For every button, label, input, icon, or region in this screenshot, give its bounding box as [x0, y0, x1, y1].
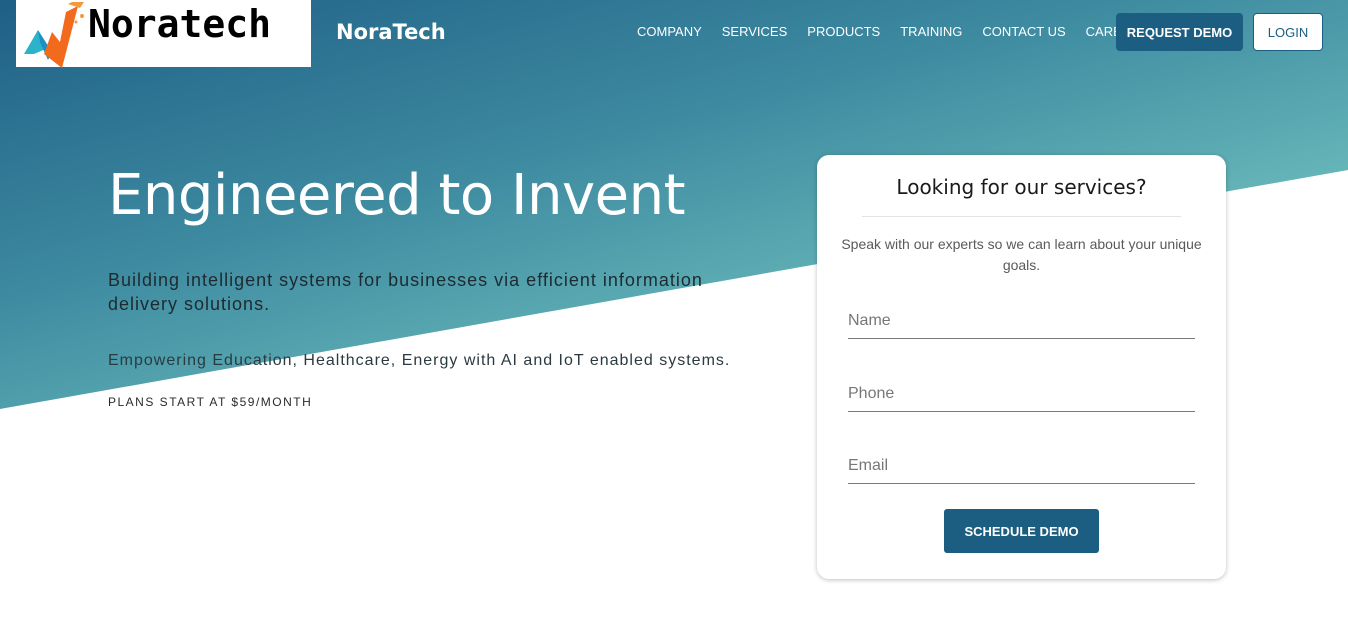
logo-text: Noratech: [88, 2, 272, 46]
schedule-demo-button[interactable]: SCHEDULE DEMO: [944, 509, 1099, 553]
contact-form-card: Looking for our services? Speak with our…: [817, 155, 1226, 579]
nav-products[interactable]: PRODUCTS: [807, 24, 880, 39]
nav-company[interactable]: COMPANY: [637, 24, 702, 39]
name-field[interactable]: [848, 303, 1195, 339]
nav-training[interactable]: TRAINING: [900, 24, 962, 39]
login-button[interactable]: LOGIN: [1253, 13, 1323, 51]
hero-title: Engineered to Invent: [108, 163, 686, 228]
hero-description: Empowering Education, Healthcare, Energy…: [108, 352, 731, 369]
phone-field[interactable]: [848, 376, 1195, 412]
brand-name[interactable]: NoraTech: [336, 20, 446, 44]
noratech-logo-icon: [24, 2, 84, 68]
hero-subtitle: Building intelligent systems for busines…: [108, 270, 703, 314]
request-demo-button[interactable]: REQUEST DEMO: [1116, 13, 1243, 51]
nav-services[interactable]: SERVICES: [722, 24, 788, 39]
form-description: Speak with our experts so we can learn a…: [841, 236, 1202, 273]
form-divider: [862, 216, 1181, 217]
nav-contact-us[interactable]: CONTACT US: [982, 24, 1065, 39]
form-title: Looking for our services?: [896, 175, 1147, 199]
pricing-note: PLANS START AT $59/MONTH: [108, 395, 313, 409]
main-nav: COMPANY SERVICES PRODUCTS TRAINING CONTA…: [637, 24, 1160, 39]
logo[interactable]: Noratech: [16, 0, 311, 68]
email-field[interactable]: [848, 448, 1195, 484]
